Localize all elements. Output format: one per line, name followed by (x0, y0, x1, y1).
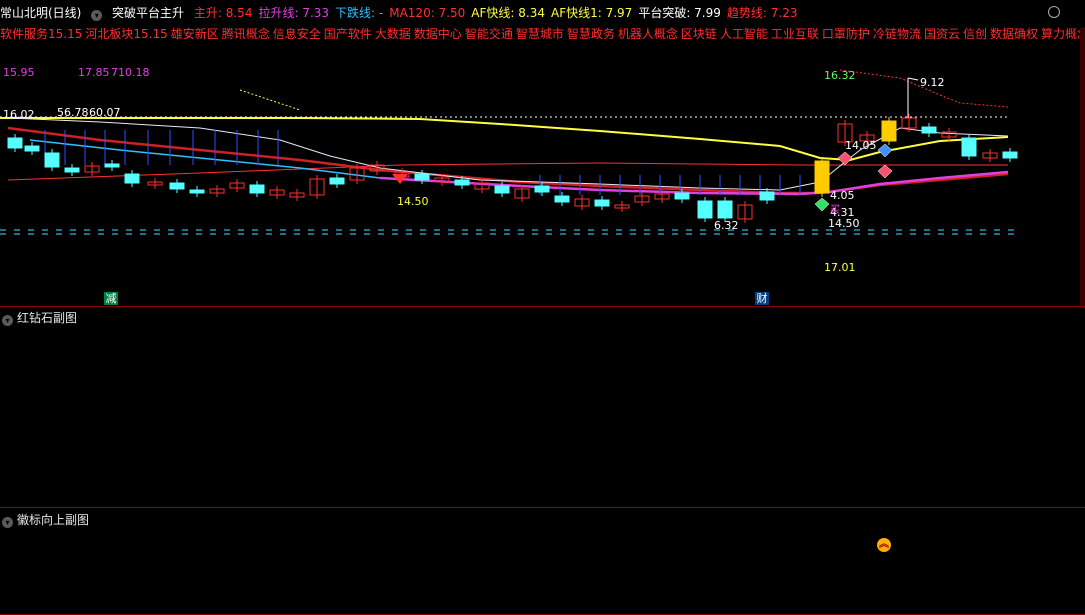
candle-body (697, 200, 713, 219)
concept-tag[interactable]: 智能交通 (465, 27, 513, 41)
high-label-1: 15.95 (3, 66, 35, 79)
blue-diamond-icon (877, 143, 893, 158)
concept-tag[interactable]: 大数据 (375, 27, 411, 41)
candle-body (169, 182, 185, 190)
buy-tag[interactable]: 买 (830, 201, 840, 216)
high-price-label: 9.12 (920, 76, 945, 89)
legend-item-3: MA120: 7.50 (389, 6, 466, 20)
candle-body (24, 145, 40, 152)
candle-body (249, 184, 265, 194)
ref-label-2: 56.78 (57, 106, 89, 119)
stock-title[interactable]: 常山北明(日线) (0, 6, 81, 20)
pane-title-text: 徽标向上副图 (17, 513, 90, 527)
candle-body (717, 200, 733, 219)
candle-body (454, 179, 470, 186)
candle-body (674, 192, 690, 200)
af-dashed-segment (239, 89, 301, 111)
pane-title-text: 红钻石副图 (17, 311, 78, 325)
vertical-scrollbar[interactable] (1080, 28, 1085, 308)
legend-item-6: 平台突破: 7.99 (638, 6, 721, 20)
candle-body (64, 167, 80, 173)
collapse-icon[interactable]: ▾ (2, 517, 13, 528)
badge-up-icon: ︽ (877, 538, 891, 552)
mid-price-label: 14.50 (397, 195, 429, 208)
ref-label-3: 60.07 (89, 106, 121, 119)
pane-title-badge-up[interactable]: ▾ 徽标向上副图 (2, 511, 89, 528)
red-diamond-icon (837, 151, 853, 166)
candle-body (759, 191, 775, 201)
legend-item-1: 拉升线: 7.33 (258, 6, 330, 20)
concept-tag[interactable]: 区块链 (681, 27, 717, 41)
pane-divider-1[interactable] (0, 306, 1085, 307)
legend-items: 主升: 8.54 拉升线: 7.33 下跌线: - MA120: 7.50 AF快线: … (194, 6, 804, 20)
bottom-price-label: 17.01 (824, 261, 856, 274)
settings-icon[interactable] (1048, 6, 1060, 18)
concept-tag[interactable]: 国资云 (924, 27, 960, 41)
indicator-name[interactable]: 突破平台主升 (112, 6, 184, 20)
candle-body (7, 137, 23, 149)
candle-body (189, 189, 205, 194)
concept-tag[interactable]: 雄安新区 (171, 27, 219, 41)
concept-tag[interactable]: 工业互联 (771, 27, 819, 41)
concept-tag[interactable]: 算力概念 (1041, 27, 1085, 41)
pane-title-red-diamond[interactable]: ▾ 红钻石副图 (2, 309, 77, 326)
candle-body (44, 152, 60, 168)
indicator-legend: 常山北明(日线) ▾ 突破平台主升 主升: 8.54 拉升线: 7.33 下跌线: … (0, 4, 809, 22)
pane-divider-2[interactable] (0, 507, 1085, 508)
green-diamond-icon (814, 197, 830, 212)
low-price-label: 6.32 (714, 219, 739, 232)
concept-tag[interactable]: 河北板块15.15 (85, 27, 167, 41)
high-label-2: 17.85 (78, 66, 110, 79)
concept-tag[interactable]: 信息安全 (273, 27, 321, 41)
price-chart[interactable] (0, 0, 1085, 310)
ref-label-1: 16.02 (3, 108, 35, 121)
concept-tag[interactable]: 信创 (963, 27, 987, 41)
candle-body (124, 173, 140, 184)
candle-body (881, 120, 897, 142)
concept-tag[interactable]: 软件服务15.15 (0, 27, 82, 41)
main-rise-line (7, 126, 1009, 195)
red-diamond-icon-2 (877, 164, 893, 179)
candle-body (921, 126, 937, 134)
candle-body (554, 195, 570, 203)
candle-body (104, 163, 120, 168)
concept-tag[interactable]: 数据中心 (414, 27, 462, 41)
legend-item-4: AF快线: 8.34 (471, 6, 545, 20)
candle-body (414, 173, 430, 181)
concept-tag[interactable]: 机器人概念 (618, 27, 678, 41)
concept-tag[interactable]: 数据确权 (990, 27, 1038, 41)
collapse-icon[interactable]: ▾ (2, 315, 13, 326)
event-tag-right[interactable]: 财 (755, 292, 769, 305)
legend-item-5: AF快线1: 7.97 (550, 6, 633, 20)
legend-item-0: 主升: 8.54 (193, 6, 253, 20)
concept-tags: 软件服务15.15 河北板块15.15 雄安新区 腾讯概念 信息安全 国产软件 大数据 数据中… (0, 25, 1085, 42)
candle-body (961, 137, 977, 157)
concept-tag[interactable]: 口罩防护 (822, 27, 870, 41)
price-label-r1: 14.05 (845, 139, 877, 152)
high-pointer (907, 77, 919, 81)
concept-tag[interactable]: 国产软件 (324, 27, 372, 41)
event-tag-left[interactable]: 减 (104, 292, 118, 305)
concept-tag[interactable]: 腾讯概念 (222, 27, 270, 41)
high-label-3: 710.18 (111, 66, 150, 79)
candle-body (534, 185, 550, 193)
concept-tag[interactable]: 人工智能 (720, 27, 768, 41)
price-label-r4: 14.50 (828, 217, 860, 230)
concept-tag[interactable]: 冷链物流 (873, 27, 921, 41)
concept-tag[interactable]: 智慧城市 (516, 27, 564, 41)
candle-body (329, 177, 345, 185)
candle-body (594, 199, 610, 207)
concept-tag[interactable]: 智慧政务 (567, 27, 615, 41)
legend-item-7: 趋势线: 7.23 (726, 6, 798, 20)
candle-body (814, 160, 830, 194)
legend-item-2: 下跌线: - (335, 6, 384, 20)
candle-body (494, 185, 510, 194)
collapse-icon[interactable]: ▾ (91, 10, 103, 21)
ma120-line (7, 162, 1008, 181)
candle-body (1002, 151, 1018, 159)
green-price-label: 16.32 (824, 69, 856, 82)
